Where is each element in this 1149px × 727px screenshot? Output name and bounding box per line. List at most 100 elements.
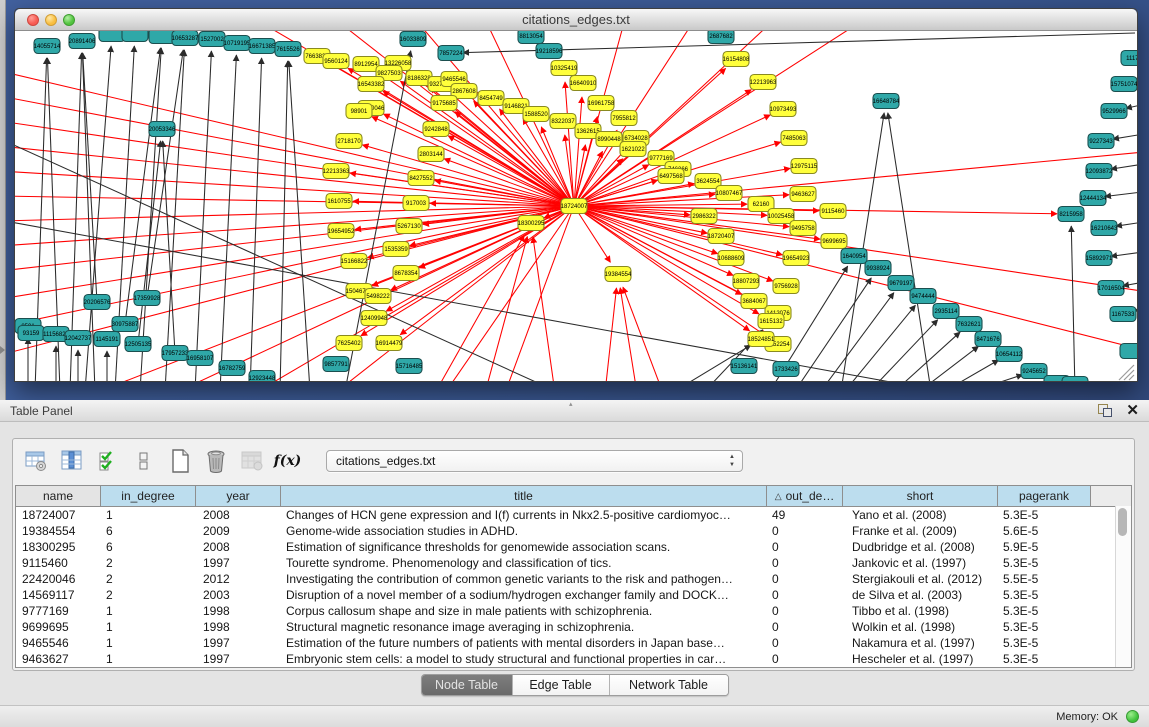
graph-edge[interactable] (574, 174, 665, 206)
table-row[interactable]: 911546021997Tourette syndrome. Phenomeno… (16, 555, 1131, 571)
graph-edge[interactable] (574, 206, 750, 331)
table-cell[interactable]: Tourette syndrome. Phenomenology and cla… (281, 556, 767, 570)
table-row[interactable]: 1830029562008Estimation of significance … (16, 539, 1131, 555)
table-cell[interactable]: 1 (101, 620, 196, 634)
graph-edge[interactable] (574, 206, 782, 255)
table-cell[interactable]: Nakamura et al. (1997) (843, 636, 998, 650)
column-header-year[interactable]: year (196, 486, 281, 506)
graph-node[interactable] (1120, 344, 1137, 359)
table-cell[interactable]: Corpus callosum shape and size in male p… (281, 604, 767, 618)
table-cell[interactable]: 19384554 (16, 524, 101, 538)
table-cell[interactable]: 2008 (196, 508, 281, 522)
column-header-out_de[interactable]: △out_de… (767, 486, 843, 506)
table-cell[interactable]: 22420046 (16, 572, 101, 586)
graph-node[interactable] (1062, 377, 1088, 382)
graph-edge[interactable] (845, 305, 915, 381)
table-cell[interactable]: 6 (101, 540, 196, 554)
graph-edge[interactable] (795, 278, 871, 381)
graph-edge[interactable] (140, 48, 161, 381)
table-cell[interactable]: 2 (101, 556, 196, 570)
tab-node-table[interactable]: Node Table (422, 675, 513, 695)
table-cell[interactable]: Franke et al. (2009) (843, 524, 998, 538)
table-cell[interactable]: 2003 (196, 588, 281, 602)
table-cell[interactable]: Stergiakouli et al. (2012) (843, 572, 998, 586)
table-cell[interactable]: 2 (101, 572, 196, 586)
table-cell[interactable]: 9465546 (16, 636, 101, 650)
table-cell[interactable]: Embryonic stem cells: a model to study s… (281, 652, 767, 666)
scrollbar-thumb[interactable] (1118, 508, 1127, 536)
table-cell[interactable]: 5.9E-5 (998, 540, 1091, 554)
table-cell[interactable]: 18724007 (16, 508, 101, 522)
table-cell[interactable]: 9115460 (16, 556, 101, 570)
graph-edge[interactable] (138, 141, 161, 344)
graph-canvas-svg[interactable]: 1872400776638229560124891295413226058982… (15, 31, 1137, 381)
graph-edge[interactable] (1111, 163, 1137, 169)
graph-edge[interactable] (362, 145, 574, 206)
table-cell[interactable]: Tibbo et al. (1998) (843, 604, 998, 618)
graph-edge[interactable] (1123, 281, 1137, 286)
graph-edge[interactable] (523, 118, 574, 206)
table-cell[interactable]: Investigating the contribution of common… (281, 572, 767, 586)
table-cell[interactable]: Estimation of the future numbers of pati… (281, 636, 767, 650)
table-cell[interactable]: 6 (101, 524, 196, 538)
graph-edge[interactable] (463, 33, 1135, 53)
graph-edge[interactable] (574, 206, 773, 281)
table-cell[interactable]: 0 (767, 572, 843, 586)
graph-edge[interactable] (1111, 251, 1137, 256)
column-header-title[interactable]: title (281, 486, 767, 506)
table-cell[interactable]: 1 (101, 636, 196, 650)
row-boxes-icon[interactable] (130, 448, 157, 475)
graph-edge[interactable] (289, 61, 310, 381)
graph-canvas[interactable]: 1872400776638229560124891295413226058982… (15, 31, 1137, 381)
graph-edge[interactable] (605, 288, 616, 381)
graph-edge[interactable] (1071, 226, 1075, 381)
table-cell[interactable]: 0 (767, 620, 843, 634)
table-cell[interactable]: 0 (767, 556, 843, 570)
table-row[interactable]: 969969511998Structural magnetic resonanc… (16, 619, 1131, 635)
table-row[interactable]: 946554611997Estimation of the future num… (16, 635, 1131, 651)
network-window-titlebar[interactable]: citations_edges.txt (15, 9, 1137, 31)
graph-edge[interactable] (400, 206, 574, 335)
table-cell[interactable]: 1 (101, 604, 196, 618)
table-cell[interactable]: 14569117 (16, 588, 101, 602)
table-cell[interactable]: 9777169 (16, 604, 101, 618)
table-cell[interactable]: Genome-wide association studies in ADHD. (281, 524, 767, 538)
graph-edge[interactable] (15, 121, 574, 206)
table-cell[interactable]: 9699695 (16, 620, 101, 634)
graph-edge[interactable] (888, 113, 931, 381)
table-selector-dropdown[interactable]: citations_edges.txt ▲▼ (326, 450, 743, 472)
table-cell[interactable]: Structural magnetic resonance image aver… (281, 620, 767, 634)
table-cell[interactable]: 5.3E-5 (998, 556, 1091, 570)
panel-splitter-grip-icon[interactable]: ▴ (569, 402, 581, 408)
column-header-pagerank[interactable]: pagerank (998, 486, 1091, 506)
table-cell[interactable]: 5.3E-5 (998, 652, 1091, 666)
float-panel-icon[interactable] (1098, 404, 1112, 417)
table-row[interactable]: 2242004622012Investigating the contribut… (16, 571, 1131, 587)
table-cell[interactable]: Changes of HCN gene expression and I(f) … (281, 508, 767, 522)
table-cell[interactable]: 1997 (196, 556, 281, 570)
table-cell[interactable]: Jankovic et al. (1997) (843, 556, 998, 570)
graph-edge[interactable] (1116, 221, 1137, 226)
splitter-collapse-icon[interactable] (0, 346, 5, 354)
table-cell[interactable]: 1 (101, 652, 196, 666)
table-row[interactable]: 1456911722003Disruption of a novel membe… (16, 587, 1131, 603)
graph-edge[interactable] (1105, 191, 1137, 197)
table-cell[interactable]: 5.3E-5 (998, 636, 1091, 650)
graph-edge[interactable] (505, 206, 574, 381)
table-cell[interactable]: 0 (767, 524, 843, 538)
table-cell[interactable]: 5.3E-5 (998, 588, 1091, 602)
graph-edge[interactable] (280, 61, 288, 381)
graph-edge[interactable] (220, 55, 236, 381)
table-cell[interactable]: 0 (767, 604, 843, 618)
table-cell[interactable]: 1998 (196, 620, 281, 634)
table-row[interactable]: 1938455462009Genome-wide association stu… (16, 523, 1131, 539)
table-cell[interactable]: 5.3E-5 (998, 604, 1091, 618)
tab-edge-table[interactable]: Edge Table (513, 675, 610, 695)
graph-edge[interactable] (895, 332, 960, 381)
graph-edge[interactable] (973, 375, 1023, 381)
table-cell[interactable]: 49 (767, 508, 843, 522)
graph-node[interactable] (99, 31, 125, 42)
table-cell[interactable]: 5.3E-5 (998, 508, 1091, 522)
table-cell[interactable]: 2009 (196, 524, 281, 538)
select-all-checks-icon[interactable] (94, 448, 121, 475)
